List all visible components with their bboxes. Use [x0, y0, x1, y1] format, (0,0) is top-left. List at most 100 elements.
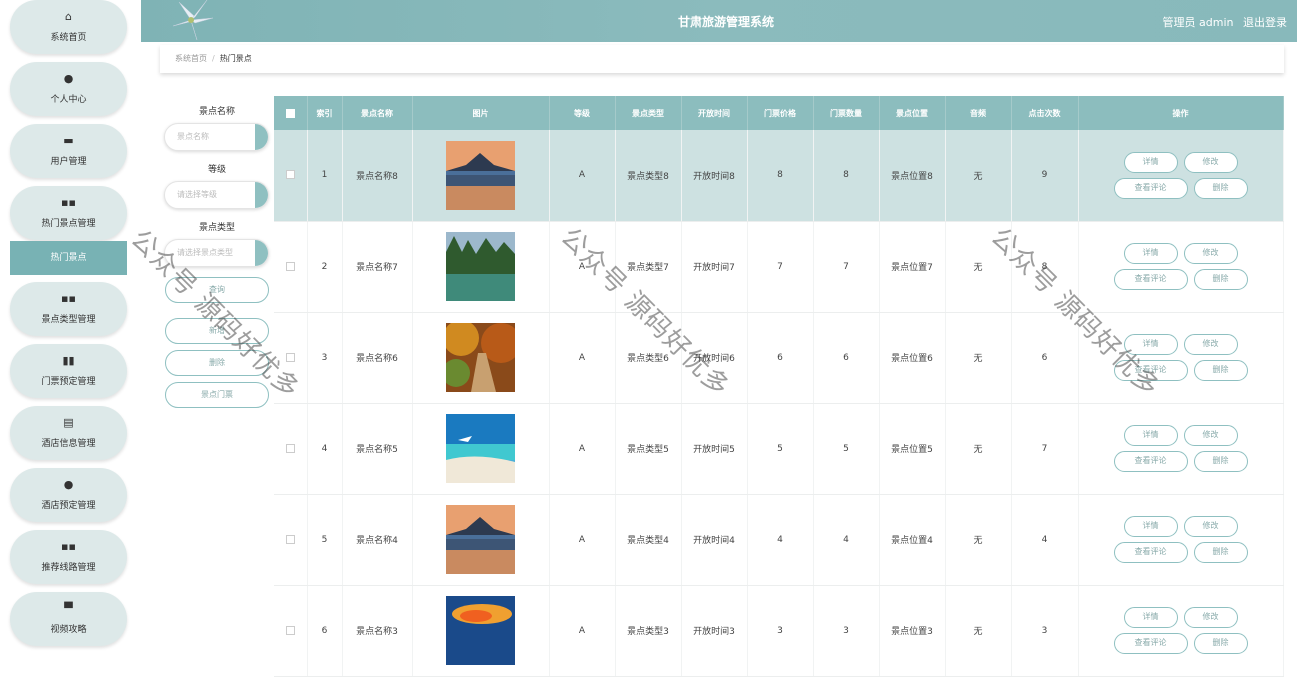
- row-select-cell: [274, 585, 308, 677]
- sidebar-item[interactable]: ▀ 视频攻略: [10, 592, 127, 646]
- cell-level: A: [549, 585, 616, 677]
- row-delete-button[interactable]: 删除: [1193, 633, 1248, 654]
- name-label: 景点名称: [198, 107, 235, 117]
- actions-cell: 详情 修改查看评论 删除: [1078, 403, 1284, 495]
- column-header: 开放时间: [681, 96, 748, 130]
- table-row[interactable]: 3 景点名称6 A 景点类型6 开放时间6 6 6 景点位置6 无 6 详情 修改 查看评论 删除: [274, 312, 1284, 404]
- sidebar-item[interactable]: ⌂ 系统首页: [10, 0, 127, 54]
- sidebar-item[interactable]: ▬ 用户管理: [10, 124, 127, 178]
- detail-button[interactable]: 详情: [1123, 607, 1178, 628]
- cell-audio: 无: [945, 221, 1012, 313]
- breadcrumb-home[interactable]: 系统首页: [175, 54, 207, 63]
- actions-cell: 详情 修改查看评论 删除: [1078, 130, 1284, 222]
- image-cell: [412, 585, 550, 677]
- cell-clicks: 3: [1011, 585, 1079, 677]
- view-comments-button[interactable]: 查看评论: [1113, 542, 1188, 563]
- edit-button[interactable]: 修改: [1183, 334, 1238, 355]
- row-delete-button[interactable]: 删除: [1193, 269, 1248, 290]
- cell-clicks: 9: [1011, 130, 1079, 222]
- app-title: 甘肃旅游管理系统: [677, 15, 774, 29]
- sidebar-item[interactable]: ▤ 酒店信息管理: [10, 406, 127, 460]
- cell-count: 8: [813, 130, 880, 222]
- edit-button[interactable]: 修改: [1183, 516, 1238, 537]
- sidebar-item[interactable]: ● 酒店预定管理: [10, 468, 127, 522]
- row-delete-button[interactable]: 删除: [1193, 542, 1248, 563]
- cell-name: 景点名称4: [342, 494, 413, 586]
- sidebar-item[interactable]: ▮▮ 门票预定管理: [10, 344, 127, 398]
- cell-count: 5: [813, 403, 880, 495]
- sidebar-item[interactable]: ▪▪ 景点类型管理: [10, 282, 127, 336]
- cell-open: 开放时间7: [681, 221, 748, 313]
- grid-icon: ▪▪: [61, 292, 76, 305]
- sidebar-item[interactable]: ▪▪ 热门景点管理: [10, 186, 127, 240]
- view-comments-button[interactable]: 查看评论: [1113, 177, 1188, 199]
- row-delete-button[interactable]: 删除: [1193, 177, 1248, 199]
- row-checkbox[interactable]: [285, 170, 295, 180]
- delete-button[interactable]: 删除: [165, 350, 269, 376]
- edit-button[interactable]: 修改: [1183, 607, 1238, 628]
- view-comments-button[interactable]: 查看评论: [1113, 633, 1188, 654]
- image-cell: [412, 312, 550, 404]
- type-label: 景点类型: [198, 223, 235, 233]
- detail-button[interactable]: 详情: [1123, 334, 1178, 355]
- sidebar-item-label: 热门景点管理: [41, 219, 96, 229]
- cell-type: 景点类型8: [615, 130, 682, 222]
- row-select-cell: [274, 403, 308, 495]
- cell-name: 景点名称6: [342, 312, 413, 404]
- cell-index: 1: [307, 130, 343, 222]
- cell-location: 景点位置7: [879, 221, 946, 313]
- edit-button[interactable]: 修改: [1183, 243, 1238, 264]
- edit-button[interactable]: 修改: [1183, 425, 1238, 446]
- query-button[interactable]: 查询: [165, 277, 269, 303]
- view-comments-button[interactable]: 查看评论: [1113, 269, 1188, 290]
- attraction-photo: [446, 140, 515, 210]
- cell-name: 景点名称7: [342, 221, 413, 313]
- breadcrumb-current: 热门景点: [219, 54, 252, 63]
- cell-index: 5: [307, 494, 343, 586]
- add-button[interactable]: 新增: [165, 318, 269, 344]
- logout-link[interactable]: 退出登录: [1243, 16, 1287, 29]
- column-header: 等级: [549, 96, 616, 130]
- cell-audio: 无: [945, 585, 1012, 677]
- table-row[interactable]: 4 景点名称5 A 景点类型5 开放时间5 5 5 景点位置5 无 7 详情 修改 查看评论 删除: [274, 403, 1284, 495]
- cell-type: 景点类型7: [615, 221, 682, 313]
- sidebar-item-label: 系统首页: [50, 33, 87, 43]
- user-area: 管理员 admin 退出登录: [1157, 14, 1287, 30]
- sidebar-item[interactable]: ▪▪ 推荐线路管理: [10, 530, 127, 584]
- table-row[interactable]: 1 景点名称8 A 景点类型8 开放时间8 8 8 景点位置8 无 9 详情 修改 查看评论 删除: [274, 130, 1284, 222]
- row-select-cell: [274, 130, 308, 222]
- detail-button[interactable]: 详情: [1123, 243, 1178, 264]
- row-checkbox[interactable]: [285, 352, 295, 362]
- select-all-checkbox[interactable]: [285, 108, 295, 118]
- table-row[interactable]: 6 景点名称3 A 景点类型3 开放时间3 3 3 景点位置3 无 3 详情 修改 查看评论 删除: [274, 585, 1284, 677]
- cell-count: 7: [813, 221, 880, 313]
- cell-name: 景点名称5: [342, 403, 413, 495]
- cell-type: 景点类型6: [615, 312, 682, 404]
- sidebar-subitem-active[interactable]: 热门景点: [10, 241, 127, 275]
- detail-button[interactable]: 详情: [1123, 151, 1178, 173]
- cell-index: 6: [307, 585, 343, 677]
- detail-button[interactable]: 详情: [1123, 425, 1178, 446]
- view-comments-button[interactable]: 查看评论: [1113, 451, 1188, 472]
- table-row[interactable]: 2 景点名称7 A 景点类型7 开放时间7 7 7 景点位置7 无 8 详情 修改 查看评论 删除: [274, 221, 1284, 313]
- actions-cell: 详情 修改查看评论 删除: [1078, 585, 1284, 677]
- level-select[interactable]: 请选择等级: [164, 181, 269, 209]
- column-header: 图片: [412, 96, 550, 130]
- view-comments-button[interactable]: 查看评论: [1113, 360, 1188, 381]
- detail-button[interactable]: 详情: [1123, 516, 1178, 537]
- cell-index: 2: [307, 221, 343, 313]
- edit-button[interactable]: 修改: [1183, 151, 1238, 173]
- row-select-cell: [274, 494, 308, 586]
- admin-label: 管理员 admin: [1162, 16, 1234, 29]
- sidebar-item[interactable]: ● 个人中心: [10, 62, 127, 116]
- ticket-button[interactable]: 景点门票: [165, 382, 269, 408]
- row-delete-button[interactable]: 删除: [1193, 451, 1248, 472]
- row-checkbox[interactable]: [285, 261, 295, 271]
- row-checkbox[interactable]: [285, 534, 295, 544]
- row-checkbox[interactable]: [285, 443, 295, 453]
- type-select[interactable]: 请选择景点类型: [164, 239, 269, 267]
- table-row[interactable]: 5 景点名称4 A 景点类型4 开放时间4 4 4 景点位置4 无 4 详情 修改 查看评论 删除: [274, 494, 1284, 586]
- cell-clicks: 6: [1011, 312, 1079, 404]
- name-input[interactable]: 景点名称: [164, 123, 269, 151]
- row-delete-button[interactable]: 删除: [1193, 360, 1248, 381]
